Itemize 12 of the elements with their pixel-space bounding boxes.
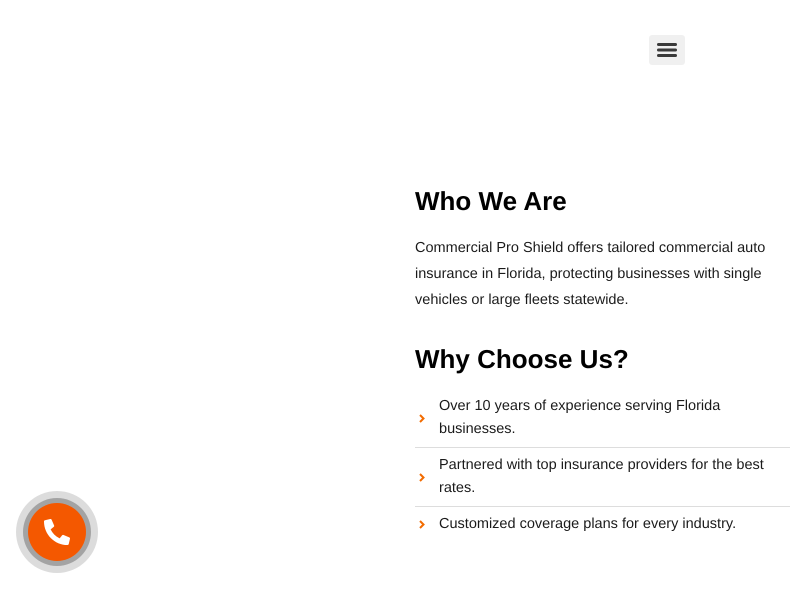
- about-paragraph: Commercial Pro Shield offers tailored commercial auto insurance in Florida, protecting businesses with single vehicles or large fleets statewide.: [415, 239, 766, 310]
- list-item-text: Over 10 years of experience serving Florida businesses.: [439, 397, 722, 439]
- section-heading: Who We Are: [415, 186, 567, 217]
- chevron-icon: [419, 414, 425, 422]
- menu-icon: [657, 43, 677, 57]
- list-item-text: Partnered with top insurance providers for the best rates.: [439, 456, 765, 498]
- section-heading: Why Choose Us?: [415, 344, 629, 375]
- chevron-icon: [419, 472, 425, 482]
- list-item-text: Customized coverage plans for every industry.: [439, 515, 736, 534]
- phone-icon: [44, 519, 70, 545]
- menu-button[interactable]: [649, 35, 685, 65]
- chevron-icon: [419, 520, 425, 529]
